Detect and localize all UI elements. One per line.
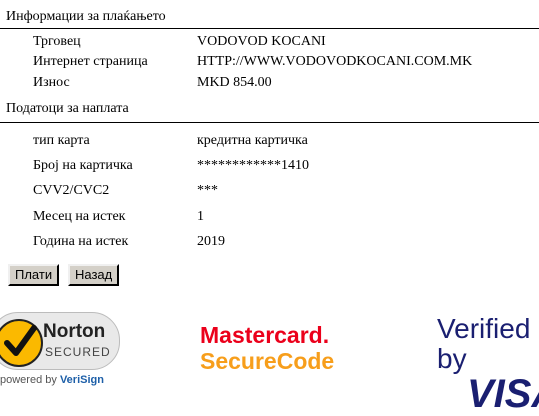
pay-button[interactable]: Плати <box>8 264 60 286</box>
payment-info-title: Информации за плаќањето <box>6 9 166 24</box>
section-divider <box>0 122 539 123</box>
norton-badge: Norton SECURED <box>0 312 120 370</box>
row-value: HTTP://WWW.VODOVODKOCANI.COM.MK <box>197 54 473 69</box>
row-label: Година на истек <box>33 234 129 249</box>
row-value: ************1410 <box>197 158 309 173</box>
row-label: тип карта <box>33 133 90 148</box>
verisign-text: VeriSign <box>59 374 104 386</box>
norton-wordmark: Norton <box>43 321 106 342</box>
securecode-wordmark: SecureCode <box>200 348 335 374</box>
powered-by-prefix: powered by <box>0 374 57 386</box>
norton-secured-text: SECURED <box>45 345 111 359</box>
visa-wordmark: VISA <box>467 372 539 416</box>
row-value: MKD 854.00 <box>197 75 272 90</box>
row-label: CVV2/CVC2 <box>33 183 110 198</box>
row-label: Месец на истек <box>33 209 126 224</box>
row-value: 2019 <box>197 234 225 249</box>
row-value: кредитна картичка <box>197 133 308 148</box>
back-button[interactable]: Назад <box>68 264 120 286</box>
norton-secured-logo: Norton SECURED powered by VeriSign <box>0 312 130 391</box>
row-value: *** <box>197 183 218 198</box>
verified-by-text: Verified by <box>437 313 531 374</box>
row-label: Износ <box>33 75 70 90</box>
payment-details-title: Податоци за наплата <box>6 101 129 116</box>
row-value: VODOVOD KOCANI <box>197 34 326 49</box>
row-label: Број на картичка <box>33 158 133 173</box>
mastercard-securecode-logo: Mastercard. SecureCode <box>200 322 334 374</box>
mastercard-wordmark: Mastercard. <box>200 322 330 348</box>
row-label: Трговец <box>33 34 81 49</box>
checkmark-icon <box>0 319 43 367</box>
verified-by-visa-logo: Verified by VISA <box>437 313 539 416</box>
row-value: 1 <box>197 209 204 224</box>
row-label: Интернет страница <box>33 54 148 69</box>
powered-by-text: powered by VeriSign <box>0 374 104 386</box>
section-divider <box>0 28 539 29</box>
